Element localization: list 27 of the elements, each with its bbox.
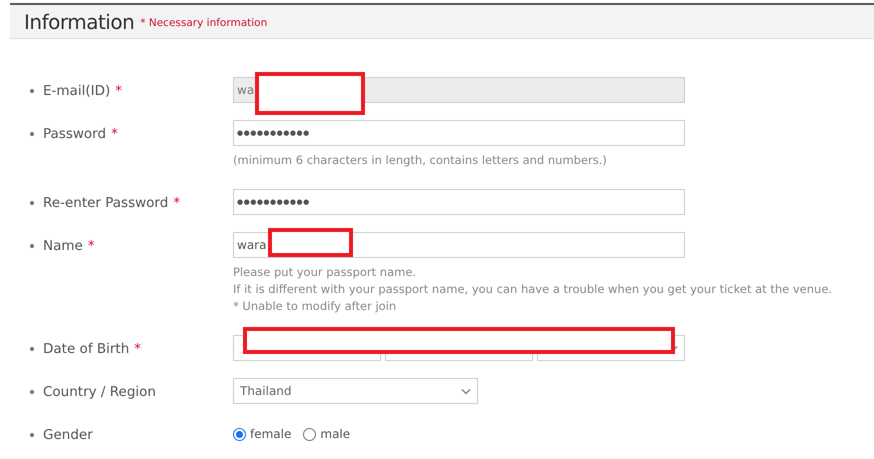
hint-text: (minimum 6 characters in length, contains letters and numbers.) [233, 152, 608, 169]
field-label: Gender [43, 426, 93, 445]
required-marker: * [115, 82, 122, 101]
field-label: Country / Region [43, 383, 156, 402]
field-label: Name [43, 237, 83, 256]
bullet-icon [30, 347, 34, 351]
hint-text: Please put your passport name. If it is different with your passport name, you can have a trouble when you get your ticket at the venue. * Unable to modify after join [233, 264, 832, 315]
required-marker: * [88, 237, 95, 256]
caret-icon [461, 388, 471, 394]
bullet-icon [30, 433, 34, 437]
required-marker: * [173, 194, 180, 213]
field-label: Re-enter Password [43, 194, 168, 213]
field-label: Date of Birth [43, 340, 130, 359]
bullet-icon [30, 201, 34, 205]
field-label: Password [43, 125, 106, 144]
required-marker: * [111, 125, 118, 144]
required-note: * Necessary information [140, 16, 268, 31]
section-title: Information [24, 8, 134, 36]
bullet-icon [30, 244, 34, 248]
bullet-icon [30, 89, 34, 93]
radio-option[interactable]: male [303, 425, 350, 443]
country-select[interactable]: Thailand [233, 378, 478, 404]
field-label: E-mail(ID) [43, 82, 110, 101]
required-marker: * [134, 340, 142, 359]
bullet-icon [30, 390, 34, 394]
bullet-icon [30, 132, 34, 136]
radio-option[interactable]: female [233, 425, 292, 443]
